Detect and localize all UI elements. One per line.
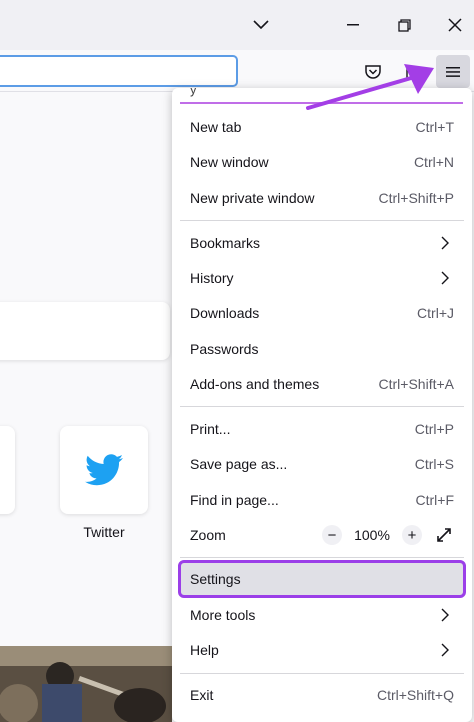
menu-item-new-tab[interactable]: New tab Ctrl+T (180, 110, 464, 144)
shortcut-label-twitter: Twitter (83, 524, 125, 540)
url-bar[interactable] (0, 55, 238, 87)
list-all-tabs-button[interactable] (244, 9, 278, 41)
menu-item-passwords[interactable]: Passwords (180, 332, 464, 366)
pocket-icon (365, 65, 381, 79)
fullscreen-button[interactable] (434, 525, 454, 545)
menu-item-new-window[interactable]: New window Ctrl+N (180, 145, 464, 179)
fullscreen-expand-icon (437, 528, 451, 542)
menu-item-zoom: Zoom − 100% + (180, 518, 464, 552)
puzzle-icon (406, 66, 420, 80)
menu-item-print[interactable]: Print... Ctrl+P (180, 412, 464, 446)
minimize-icon (347, 24, 359, 26)
menu-item-settings[interactable]: Settings (178, 560, 466, 598)
save-to-pocket-button[interactable] (358, 57, 388, 87)
zoom-controls: − 100% + (322, 525, 454, 545)
open-application-menu-button[interactable] (436, 55, 470, 88)
story-photo (0, 646, 172, 722)
menu-item-save-page-as[interactable]: Save page as... Ctrl+S (180, 447, 464, 481)
menu-separator (180, 673, 464, 674)
shortcut-tile[interactable] (0, 426, 15, 514)
menu-item-help[interactable]: Help (180, 633, 464, 667)
restore-button[interactable] (387, 9, 421, 41)
app-menu-panel: y New tab Ctrl+T New window Ctrl+N New p… (172, 88, 472, 722)
menu-separator (180, 406, 464, 407)
extensions-button[interactable] (398, 57, 428, 87)
chevron-right-icon (438, 608, 452, 622)
menu-item-exit[interactable]: Exit Ctrl+Shift+Q (180, 678, 464, 712)
chevron-down-icon (253, 20, 269, 30)
menu-top-divider (180, 102, 463, 104)
restore-icon (397, 18, 411, 32)
menu-separator (180, 557, 464, 558)
hamburger-menu-icon (446, 66, 460, 77)
twitter-bird-icon (85, 454, 123, 486)
close-window-button[interactable] (438, 9, 472, 41)
shortcut-tile-twitter[interactable] (60, 426, 148, 514)
menu-item-addons-themes[interactable]: Add-ons and themes Ctrl+Shift+A (180, 367, 464, 401)
zoom-level-reset-button[interactable]: 100% (350, 527, 394, 543)
truncated-menu-item: y (190, 88, 197, 97)
menu-item-new-private-window[interactable]: New private window Ctrl+Shift+P (180, 181, 464, 215)
chevron-right-icon (438, 271, 452, 285)
zoom-out-button[interactable]: − (322, 525, 342, 545)
new-tab-search-box[interactable] (0, 302, 170, 360)
chevron-right-icon (438, 236, 452, 250)
menu-item-bookmarks[interactable]: Bookmarks (180, 226, 464, 260)
menu-item-find-in-page[interactable]: Find in page... Ctrl+F (180, 483, 464, 517)
menu-item-downloads[interactable]: Downloads Ctrl+J (180, 296, 464, 330)
minimize-button[interactable] (336, 9, 370, 41)
close-icon (448, 18, 462, 32)
menu-separator (180, 220, 464, 221)
menu-item-history[interactable]: History (180, 261, 464, 295)
story-thumbnail-image[interactable] (0, 646, 172, 722)
zoom-in-button[interactable]: + (402, 525, 422, 545)
title-bar (0, 0, 474, 50)
chevron-right-icon (438, 643, 452, 657)
menu-item-more-tools[interactable]: More tools (180, 598, 464, 632)
